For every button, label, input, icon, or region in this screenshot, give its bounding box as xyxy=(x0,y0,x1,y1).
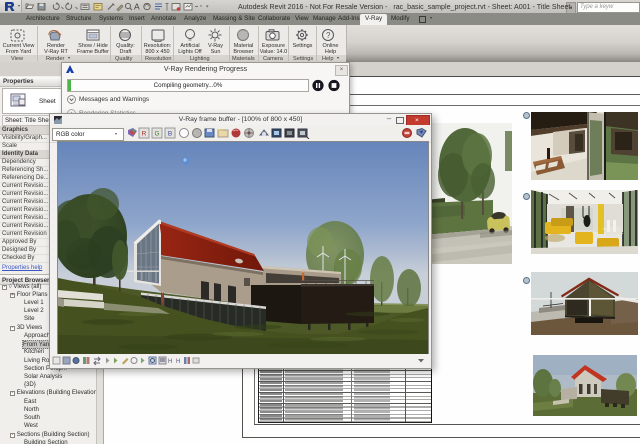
svg-text:G: G xyxy=(154,131,159,138)
svg-text:R: R xyxy=(142,131,147,138)
svg-text:H: H xyxy=(176,359,180,365)
svg-text:H: H xyxy=(168,359,172,365)
svg-text:?: ? xyxy=(326,31,331,40)
svg-text:A: A xyxy=(134,2,140,12)
svg-text:B: B xyxy=(168,131,172,138)
